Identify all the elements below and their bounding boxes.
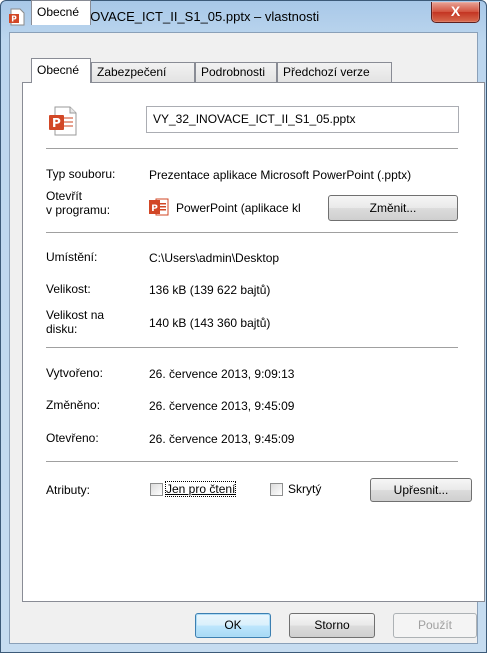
size-on-disk-label-line1: Velikost na (46, 308, 105, 322)
apply-button[interactable]: Použít (393, 613, 477, 638)
readonly-label-text: Jen pro čtení (166, 482, 236, 496)
created-label: Vytvořeno: (46, 366, 103, 380)
filename-input[interactable]: VY_32_INOVACE_ICT_II_S1_05.pptx (146, 106, 459, 133)
location-label: Umístění: (46, 250, 98, 264)
ok-button-label: OK (224, 618, 242, 632)
tab-details[interactable]: Podrobnosti (195, 62, 277, 82)
apply-button-label: Použít (417, 618, 453, 632)
change-button-label: Změnit... (369, 201, 417, 215)
size-value: 136 kB (139 622 bajtů) (149, 283, 271, 297)
file-type-value: Prezentace aplikace Microsoft PowerPoint… (149, 168, 412, 182)
location-value: C:\Users\admin\Desktop (149, 251, 280, 265)
readonly-label[interactable]: Jen pro čtení (164, 481, 237, 497)
advanced-button[interactable]: Upřesnit... (370, 478, 472, 502)
separator (46, 232, 458, 233)
opens-with-label-line1: Otevřít (46, 189, 83, 203)
separator (46, 347, 458, 348)
tab-general[interactable]: Obecné (31, 0, 91, 25)
tab-general-overlay[interactable]: Obecné (31, 58, 91, 83)
separator (46, 461, 458, 462)
tab-security[interactable]: Zabezpečení (91, 62, 195, 82)
size-label: Velikost: (46, 282, 91, 296)
file-type-label: Typ souboru: (46, 167, 116, 181)
size-on-disk-label-line2: disku: (46, 322, 78, 336)
modified-value: 26. července 2013, 9:45:09 (149, 399, 295, 413)
tab-previous-versions[interactable]: Předchozí verze (277, 62, 392, 82)
opens-with-value: PowerPoint (aplikace kl (176, 201, 301, 215)
created-value: 26. července 2013, 9:09:13 (149, 367, 295, 381)
cancel-button[interactable]: Storno (289, 613, 375, 638)
close-button[interactable]: X (431, 2, 480, 23)
svg-text:P: P (52, 116, 61, 130)
svg-text:P: P (11, 15, 17, 24)
modified-label: Změněno: (46, 398, 101, 412)
hidden-checkbox[interactable] (270, 483, 283, 496)
accessed-value: 26. července 2013, 9:45:09 (149, 432, 295, 446)
cancel-button-label: Storno (314, 618, 350, 632)
hidden-label-text: Skrytý (288, 482, 322, 496)
attributes-label: Atributy: (46, 483, 91, 497)
ok-button[interactable]: OK (195, 613, 271, 638)
powerpoint-document-icon: P (49, 106, 77, 136)
powerpoint-file-icon: P (9, 8, 25, 26)
hidden-label[interactable]: Skrytý (288, 482, 321, 496)
advanced-button-label: Upřesnit... (393, 483, 449, 497)
change-program-button[interactable]: Změnit... (328, 195, 458, 221)
accessed-label: Otevřeno: (46, 431, 99, 445)
general-tab-panel (22, 82, 485, 602)
readonly-checkbox[interactable] (150, 483, 163, 496)
size-on-disk-value: 140 kB (143 360 bajtů) (149, 316, 271, 330)
svg-text:P: P (151, 204, 158, 214)
opens-with-label-line2: v programu: (46, 203, 111, 217)
powerpoint-app-icon: P (149, 198, 169, 216)
separator (46, 148, 458, 149)
